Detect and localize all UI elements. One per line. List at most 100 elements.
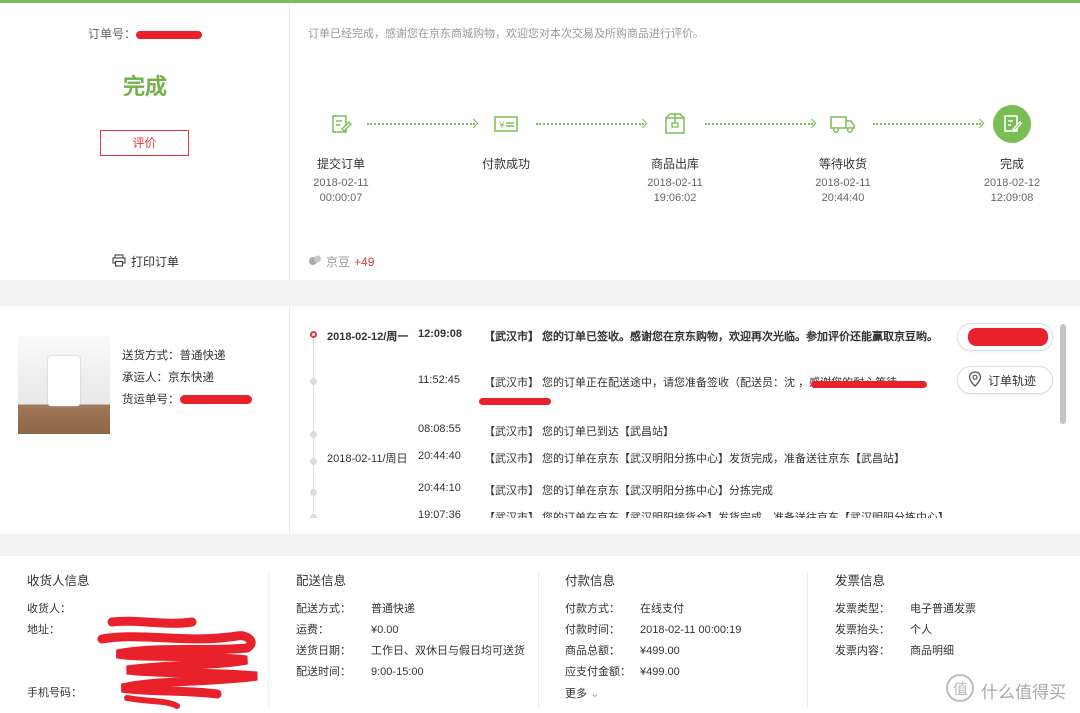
logistics-panel: 送货方式：普通快递 承运人：京东快递 货运单号： 2018-02-12/周一 1… — [0, 306, 1080, 534]
timeline-dot-current — [310, 331, 317, 338]
receiver-address-label: 地址： — [27, 624, 60, 636]
shipping-method-value: 普通快递 — [179, 350, 226, 362]
tracking-date: 2018-02-11/周日 — [327, 453, 408, 465]
receiver-info: 收货人信息 收货人： 地址： 手机号码： — [27, 570, 267, 710]
svg-text:¥: ¥ — [499, 121, 505, 131]
product-thumbnail[interactable] — [18, 336, 110, 434]
step-label: 商品出库 — [650, 157, 699, 171]
step-label: 提交订单 — [316, 157, 365, 171]
tracking-message: 【武汉市】 您的订单已签收。感谢您在京东购物，欢迎再次光临。参加评价还能赢取京豆… — [484, 331, 939, 343]
finish-message: 订单已经完成，感谢您在京东商城购物，欢迎您对本次交易及所购商品进行评价。 — [308, 28, 704, 40]
tracking-time: 20:44:10 — [418, 482, 461, 494]
column-divider — [807, 572, 808, 708]
review-button[interactable]: 评价 — [100, 130, 189, 156]
invoice-key: 发票内容： — [835, 645, 890, 657]
delivery-key: 配送时间： — [296, 666, 351, 678]
order-status-text: 完成 — [122, 74, 167, 99]
redaction-mark — [968, 328, 1048, 346]
step-date: 2018-02-11 — [647, 177, 703, 189]
card-icon: ¥ — [487, 105, 525, 143]
timeline-dot — [310, 458, 317, 465]
timeline-dot — [310, 489, 317, 496]
step-paid: ¥ 付款成功 — [461, 105, 551, 176]
delivery-row: 运费： ¥0.00 — [296, 620, 536, 641]
step-shipped: 商品出库 2018-02-11 19:06:02 — [630, 105, 720, 206]
tracking-time: 08:08:55 — [418, 423, 461, 435]
order-track-button[interactable]: 订单轨迹 — [957, 366, 1053, 394]
step-arrow — [705, 123, 813, 125]
delivery-value: 工作日、双休日与假日均可送货 — [371, 645, 525, 657]
redaction-scribble — [97, 614, 267, 709]
invoice-value: 商品明细 — [910, 645, 954, 657]
site-watermark: 值 什么值得买 — [945, 673, 1066, 708]
carrier-label: 承运人： — [122, 372, 168, 384]
shipping-method-label: 送货方式： — [122, 350, 180, 362]
step-arrow — [367, 123, 475, 125]
delivery-key: 送货日期： — [296, 645, 351, 657]
print-order-label: 打印订单 — [131, 255, 180, 269]
truck-icon — [824, 105, 862, 143]
order-info-panel: 收货人信息 收货人： 地址： 手机号码： 配送信息 配送方式： 普通快递 运费： ¥… — [0, 556, 1080, 713]
svg-text:值: 值 — [953, 680, 968, 698]
delivery-title: 配送信息 — [296, 574, 347, 588]
chevron-down-icon: ⌄ — [590, 688, 600, 700]
delivery-row: 配送时间： 9:00-15:00 — [296, 662, 536, 683]
jingdou-value: +49 — [354, 254, 375, 269]
step-waiting: 等待收货 2018-02-11 20:44:40 — [798, 105, 888, 206]
redaction-mark — [179, 395, 252, 405]
tracking-number-row: 货运单号： — [122, 389, 252, 411]
tracking-message: 【武汉市】 您的订单在京东【武汉明阳接货仓】发货完成，准备送往京东【武汉明阳分拣… — [484, 512, 950, 518]
redaction-mark — [479, 398, 551, 405]
payment-key: 付款时间： — [565, 624, 620, 636]
order-track-label: 订单轨迹 — [988, 373, 1037, 388]
more-payment-link[interactable]: 更多 ⌄ — [565, 685, 805, 701]
invoice-key: 发票抬头： — [835, 624, 890, 636]
payment-row: 应支付金额： ¥499.00 — [565, 662, 805, 683]
receiver-name-label: 收货人： — [27, 603, 71, 615]
invoice-row: 发票类型： 电子普通发票 — [835, 599, 1075, 620]
package-icon — [656, 105, 694, 143]
order-number-label: 订单号： — [88, 27, 137, 41]
print-order-link[interactable]: 打印订单 — [112, 253, 179, 270]
payment-title: 付款信息 — [565, 574, 616, 588]
timeline-scrollbar[interactable] — [1060, 324, 1066, 424]
payment-key: 商品总额： — [565, 645, 620, 657]
order-progress: 订单已经完成，感谢您在京东商城购物，欢迎您对本次交易及所购商品进行评价。 提交订… — [291, 3, 1080, 280]
tracking-time: 11:52:45 — [418, 374, 461, 386]
timeline-dot — [310, 431, 317, 438]
step-arrow — [536, 123, 644, 125]
tracking-time: 20:44:40 — [418, 450, 461, 462]
step-arrow — [873, 123, 981, 125]
timeline-dot — [310, 514, 317, 518]
payment-row: 商品总额： ¥499.00 — [565, 641, 805, 662]
delivery-value: ¥0.00 — [371, 624, 399, 636]
invoice-value: 个人 — [910, 624, 932, 636]
receiver-title: 收货人信息 — [27, 574, 90, 588]
location-pin-icon — [968, 370, 982, 390]
carrier-value: 京东快递 — [168, 372, 214, 384]
payment-value: ¥499.00 — [640, 645, 680, 657]
step-date: 2018-02-11 — [313, 177, 369, 189]
zhi-logo-icon: 值 — [945, 673, 975, 708]
step-time: 20:44:40 — [821, 192, 865, 204]
tracking-time: 12:09:08 — [418, 328, 463, 340]
courier-contact-button[interactable] — [957, 323, 1053, 351]
shipping-method-row: 送货方式：普通快递 — [122, 345, 252, 367]
step-submit: 提交订单 2018-02-11 00:00:07 — [296, 105, 386, 206]
printer-icon — [112, 254, 126, 270]
tracking-time: 19:07:36 — [418, 509, 461, 518]
edit-doc-icon — [322, 105, 360, 143]
payment-value: ¥499.00 — [640, 666, 680, 678]
redaction-mark — [136, 30, 203, 39]
step-label: 付款成功 — [481, 157, 530, 171]
step-time: 19:06:02 — [653, 192, 697, 204]
delivery-info: 配送信息 配送方式： 普通快递 运费： ¥0.00 送货日期： 工作日、双休日与假日均… — [296, 570, 536, 710]
order-status-panel: 订单号： 完成 评价 打印订单 订单已经完成，感谢您在京东商城购物，欢迎您对本次… — [0, 0, 1080, 280]
payment-value: 在线支付 — [640, 603, 684, 615]
delivery-key: 运费： — [296, 624, 329, 636]
payment-row: 付款时间： 2018-02-11 00:00:19 — [565, 620, 805, 641]
jingdou-label: 京豆 — [326, 255, 351, 269]
tracking-message: 【武汉市】 您的订单在京东【武汉明阳分拣中心】发货完成，准备送往京东【武昌站】 — [484, 453, 906, 465]
tracking-number-label: 货运单号： — [122, 394, 180, 406]
step-label: 完成 — [999, 157, 1024, 171]
